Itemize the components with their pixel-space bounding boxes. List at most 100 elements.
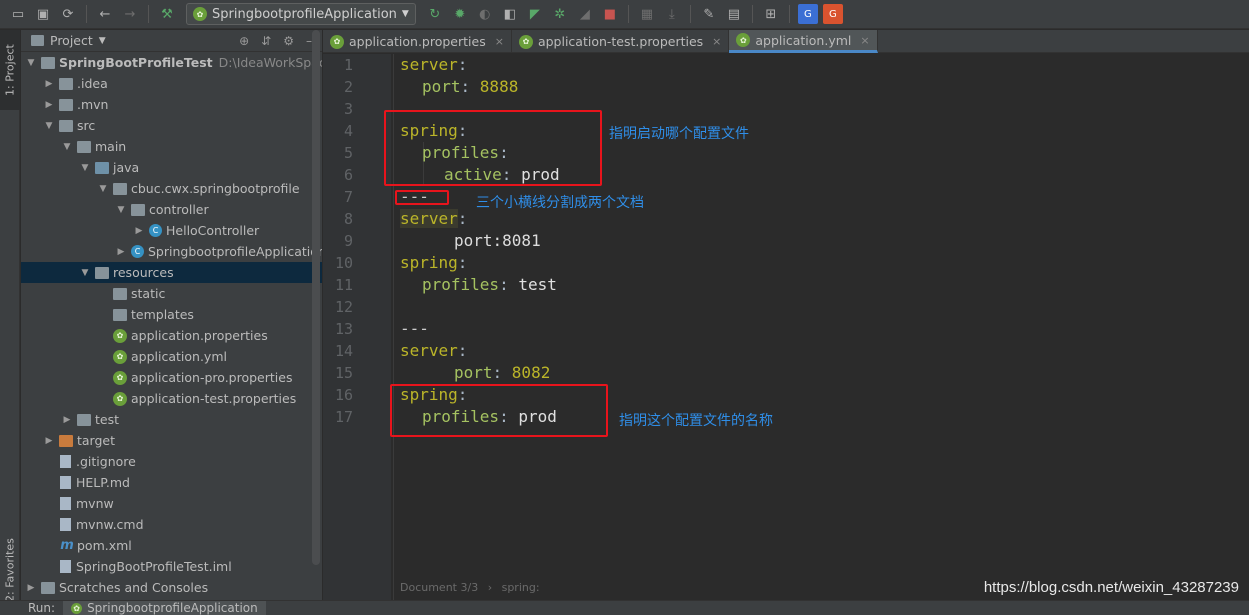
translate-popup-icon[interactable]: G	[822, 4, 843, 24]
expand-arrow-icon[interactable]: ▼	[43, 121, 55, 131]
maven-icon: m	[60, 538, 74, 553]
stop-icon[interactable]: ■	[600, 4, 620, 24]
gear-icon[interactable]: ⚙	[283, 34, 294, 48]
tree-item-package[interactable]: ▼ cbuc.cwx.springbootprofile	[21, 178, 322, 199]
tree-item-path: D:\IdeaWorkSpace\S	[218, 55, 322, 70]
rerun-icon[interactable]: ↻	[425, 4, 445, 24]
tree-item-mvnw[interactable]: mvnw	[21, 493, 322, 514]
close-icon[interactable]: ×	[860, 34, 869, 47]
annotation-box-profile-name	[390, 384, 608, 437]
tree-item-test[interactable]: ▶ test	[21, 409, 322, 430]
build-hammer-icon[interactable]: ⚒	[157, 4, 177, 24]
project-panel-title[interactable]: Project	[50, 33, 93, 48]
spring-config-file-icon: ✿	[736, 33, 751, 47]
tree-item-label: templates	[131, 307, 194, 322]
tab-application-test-properties[interactable]: ✿ application-test.properties ×	[512, 30, 730, 53]
tree-item-label: HelloController	[166, 223, 260, 238]
yaml-colon: :	[499, 275, 519, 294]
tree-item-idea[interactable]: ▶ .idea	[21, 73, 322, 94]
close-icon[interactable]: ×	[712, 35, 721, 48]
project-tool-tab[interactable]: 1: Project	[0, 30, 20, 110]
tree-item-resources[interactable]: ▼ resources	[21, 262, 322, 283]
expand-arrow-icon[interactable]: ▼	[25, 58, 37, 68]
forward-arrow-icon[interactable]: →	[120, 4, 140, 24]
tree-item-pom-xml[interactable]: m pom.xml	[21, 535, 322, 556]
resources-folder-icon	[95, 266, 109, 279]
code-editor[interactable]: 1 2 3 4 5 6 7 8 9 10 11 12 13 14 15 16 1…	[323, 54, 1249, 600]
project-structure-icon[interactable]: ▤	[724, 4, 744, 24]
tree-item-mvnw-cmd[interactable]: mvnw.cmd	[21, 514, 322, 535]
spring-config-file-icon: ✿	[113, 391, 127, 406]
folder-icon	[59, 98, 73, 111]
open-folder-icon[interactable]: ▭	[8, 4, 28, 24]
collapse-arrow-icon[interactable]: ▶	[61, 415, 73, 425]
collapse-all-icon[interactable]: ⇵	[261, 34, 271, 48]
expand-arrow-icon[interactable]: ▼	[61, 142, 73, 152]
tree-item-application-test-properties[interactable]: ✿ application-test.properties	[21, 388, 322, 409]
excluded-folder-icon	[59, 434, 73, 447]
back-arrow-icon[interactable]: ←	[95, 4, 115, 24]
tree-item-root[interactable]: ▼ SpringBootProfileTest D:\IdeaWorkSpace…	[21, 52, 322, 73]
tree-item-src[interactable]: ▼ src	[21, 115, 322, 136]
yaml-key: server	[400, 209, 458, 228]
sync-icon[interactable]: ⟳	[58, 4, 78, 24]
tree-item-static[interactable]: static	[21, 283, 322, 304]
debug-bug-icon[interactable]: ✹	[450, 4, 470, 24]
tree-item-application-class[interactable]: ▶ C SpringbootprofileApplication	[21, 241, 322, 262]
yaml-colon: :	[460, 77, 480, 96]
toolbar-divider	[86, 5, 87, 23]
coverage-icon[interactable]: ◧	[500, 4, 520, 24]
line-number: 5	[343, 144, 353, 162]
tab-application-yml[interactable]: ✿ application.yml ×	[729, 30, 878, 53]
tree-item-application-properties[interactable]: ✿ application.properties	[21, 325, 322, 346]
collapse-arrow-icon[interactable]: ▶	[25, 583, 37, 593]
tree-item-label: SpringbootprofileApplication	[148, 244, 322, 259]
git-commit-icon[interactable]: ⤓	[662, 4, 682, 24]
tree-item-controller[interactable]: ▼ controller	[21, 199, 322, 220]
tree-item-hellocontroller[interactable]: ▶ C HelloController	[21, 220, 322, 241]
expand-arrow-icon[interactable]: ▼	[115, 205, 127, 215]
expand-arrow-icon[interactable]: ▼	[79, 268, 91, 278]
run-panel-label[interactable]: Run:	[28, 601, 55, 615]
locate-target-icon[interactable]: ⊕	[239, 34, 249, 48]
tree-item-gitignore[interactable]: .gitignore	[21, 451, 322, 472]
vcs-icon[interactable]: ⊞	[761, 4, 781, 24]
save-icon[interactable]: ▣	[33, 4, 53, 24]
run-tab[interactable]: ✿ SpringbootprofileApplication	[63, 601, 266, 615]
profile-icon[interactable]: ◐	[475, 4, 495, 24]
tree-item-label: .gitignore	[76, 454, 136, 469]
collapse-arrow-icon[interactable]: ▶	[115, 247, 127, 257]
git-update-icon[interactable]: ▦	[637, 4, 657, 24]
project-scrollbar[interactable]	[312, 30, 320, 565]
tree-item-label: SpringBootProfileTest.iml	[76, 559, 232, 574]
tree-item-application-pro-properties[interactable]: ✿ application-pro.properties	[21, 367, 322, 388]
tree-item-target[interactable]: ▶ target	[21, 430, 322, 451]
favorites-tool-tab[interactable]: 2: Favorites	[0, 530, 20, 610]
tree-item-iml[interactable]: SpringBootProfileTest.iml	[21, 556, 322, 577]
collapse-arrow-icon[interactable]: ▶	[43, 436, 55, 446]
jrebel-debug-icon[interactable]: ✲	[550, 4, 570, 24]
collapse-arrow-icon[interactable]: ▶	[43, 79, 55, 89]
tree-item-scratches[interactable]: ▶ Scratches and Consoles	[21, 577, 322, 598]
close-icon[interactable]: ×	[495, 35, 504, 48]
tab-application-properties[interactable]: ✿ application.properties ×	[323, 30, 512, 53]
attach-debugger-icon[interactable]: ◢	[575, 4, 595, 24]
tree-item-main[interactable]: ▼ main	[21, 136, 322, 157]
expand-arrow-icon[interactable]: ▼	[97, 184, 109, 194]
tree-item-java[interactable]: ▼ java	[21, 157, 322, 178]
code-line: port:8081	[454, 230, 541, 252]
editor-breadcrumb[interactable]: Document 3/3 › spring:	[400, 581, 540, 594]
expand-arrow-icon[interactable]: ▼	[79, 163, 91, 173]
settings-wrench-icon[interactable]: ✎	[699, 4, 719, 24]
chevron-down-icon[interactable]: ▼	[99, 36, 106, 46]
translate-icon[interactable]: G	[797, 4, 818, 24]
jrebel-run-icon[interactable]: ◤	[525, 4, 545, 24]
tree-item-mvn[interactable]: ▶ .mvn	[21, 94, 322, 115]
tree-item-help-md[interactable]: HELP.md	[21, 472, 322, 493]
collapse-arrow-icon[interactable]: ▶	[133, 226, 145, 236]
collapse-arrow-icon[interactable]: ▶	[43, 100, 55, 110]
tree-item-templates[interactable]: templates	[21, 304, 322, 325]
run-configuration-dropdown[interactable]: ✿ SpringbootprofileApplication ▼	[186, 3, 416, 25]
tree-item-application-yml[interactable]: ✿ application.yml	[21, 346, 322, 367]
yaml-key: server	[400, 55, 458, 74]
